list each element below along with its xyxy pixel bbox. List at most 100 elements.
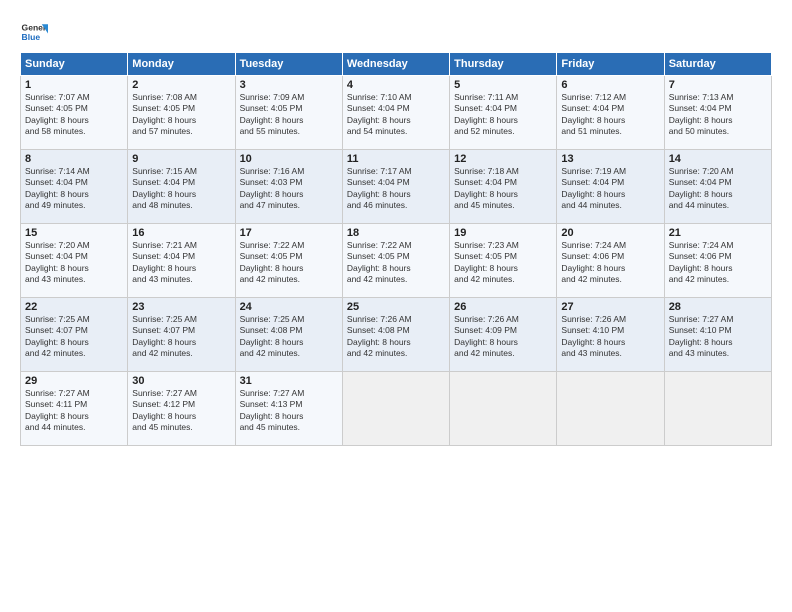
day-info: Sunrise: 7:25 AMSunset: 4:08 PMDaylight:… — [240, 314, 305, 358]
day-info: Sunrise: 7:27 AMSunset: 4:11 PMDaylight:… — [25, 388, 90, 432]
day-info: Sunrise: 7:14 AMSunset: 4:04 PMDaylight:… — [25, 166, 90, 210]
calendar-cell — [342, 372, 449, 446]
calendar-cell: 10 Sunrise: 7:16 AMSunset: 4:03 PMDaylig… — [235, 150, 342, 224]
day-info: Sunrise: 7:22 AMSunset: 4:05 PMDaylight:… — [240, 240, 305, 284]
day-info: Sunrise: 7:26 AMSunset: 4:09 PMDaylight:… — [454, 314, 519, 358]
calendar-cell: 9 Sunrise: 7:15 AMSunset: 4:04 PMDayligh… — [128, 150, 235, 224]
calendar-cell: 30 Sunrise: 7:27 AMSunset: 4:12 PMDaylig… — [128, 372, 235, 446]
day-number: 14 — [669, 153, 767, 165]
day-number: 10 — [240, 153, 338, 165]
day-number: 6 — [561, 79, 659, 91]
day-info: Sunrise: 7:27 AMSunset: 4:10 PMDaylight:… — [669, 314, 734, 358]
calendar-cell: 14 Sunrise: 7:20 AMSunset: 4:04 PMDaylig… — [664, 150, 771, 224]
day-number: 8 — [25, 153, 123, 165]
calendar-cell: 16 Sunrise: 7:21 AMSunset: 4:04 PMDaylig… — [128, 224, 235, 298]
col-header-monday: Monday — [128, 53, 235, 76]
calendar-cell: 25 Sunrise: 7:26 AMSunset: 4:08 PMDaylig… — [342, 298, 449, 372]
day-number: 5 — [454, 79, 552, 91]
day-info: Sunrise: 7:24 AMSunset: 4:06 PMDaylight:… — [561, 240, 626, 284]
calendar-cell: 26 Sunrise: 7:26 AMSunset: 4:09 PMDaylig… — [450, 298, 557, 372]
day-number: 22 — [25, 301, 123, 313]
calendar-cell: 3 Sunrise: 7:09 AMSunset: 4:05 PMDayligh… — [235, 76, 342, 150]
calendar-cell: 28 Sunrise: 7:27 AMSunset: 4:10 PMDaylig… — [664, 298, 771, 372]
day-number: 31 — [240, 375, 338, 387]
calendar-cell: 2 Sunrise: 7:08 AMSunset: 4:05 PMDayligh… — [128, 76, 235, 150]
day-number: 29 — [25, 375, 123, 387]
col-header-friday: Friday — [557, 53, 664, 76]
day-info: Sunrise: 7:07 AMSunset: 4:05 PMDaylight:… — [25, 92, 90, 136]
calendar-cell: 29 Sunrise: 7:27 AMSunset: 4:11 PMDaylig… — [21, 372, 128, 446]
day-number: 15 — [25, 227, 123, 239]
calendar-cell: 17 Sunrise: 7:22 AMSunset: 4:05 PMDaylig… — [235, 224, 342, 298]
day-info: Sunrise: 7:17 AMSunset: 4:04 PMDaylight:… — [347, 166, 412, 210]
day-info: Sunrise: 7:23 AMSunset: 4:05 PMDaylight:… — [454, 240, 519, 284]
calendar-cell: 5 Sunrise: 7:11 AMSunset: 4:04 PMDayligh… — [450, 76, 557, 150]
day-info: Sunrise: 7:08 AMSunset: 4:05 PMDaylight:… — [132, 92, 197, 136]
calendar-cell: 15 Sunrise: 7:20 AMSunset: 4:04 PMDaylig… — [21, 224, 128, 298]
day-number: 28 — [669, 301, 767, 313]
col-header-sunday: Sunday — [21, 53, 128, 76]
col-header-tuesday: Tuesday — [235, 53, 342, 76]
day-number: 26 — [454, 301, 552, 313]
calendar-cell: 21 Sunrise: 7:24 AMSunset: 4:06 PMDaylig… — [664, 224, 771, 298]
svg-text:Blue: Blue — [22, 32, 41, 42]
day-number: 3 — [240, 79, 338, 91]
calendar-cell: 11 Sunrise: 7:17 AMSunset: 4:04 PMDaylig… — [342, 150, 449, 224]
day-info: Sunrise: 7:26 AMSunset: 4:10 PMDaylight:… — [561, 314, 626, 358]
col-header-saturday: Saturday — [664, 53, 771, 76]
day-number: 24 — [240, 301, 338, 313]
day-number: 18 — [347, 227, 445, 239]
day-number: 19 — [454, 227, 552, 239]
calendar-cell: 22 Sunrise: 7:25 AMSunset: 4:07 PMDaylig… — [21, 298, 128, 372]
calendar-cell: 18 Sunrise: 7:22 AMSunset: 4:05 PMDaylig… — [342, 224, 449, 298]
week-row-1: 1 Sunrise: 7:07 AMSunset: 4:05 PMDayligh… — [21, 76, 772, 150]
day-info: Sunrise: 7:20 AMSunset: 4:04 PMDaylight:… — [25, 240, 90, 284]
day-info: Sunrise: 7:15 AMSunset: 4:04 PMDaylight:… — [132, 166, 197, 210]
calendar-table: SundayMondayTuesdayWednesdayThursdayFrid… — [20, 52, 772, 446]
day-number: 23 — [132, 301, 230, 313]
day-number: 17 — [240, 227, 338, 239]
col-header-thursday: Thursday — [450, 53, 557, 76]
week-row-2: 8 Sunrise: 7:14 AMSunset: 4:04 PMDayligh… — [21, 150, 772, 224]
day-info: Sunrise: 7:16 AMSunset: 4:03 PMDaylight:… — [240, 166, 305, 210]
logo-icon: General Blue — [20, 18, 48, 46]
week-row-4: 22 Sunrise: 7:25 AMSunset: 4:07 PMDaylig… — [21, 298, 772, 372]
day-number: 9 — [132, 153, 230, 165]
day-number: 30 — [132, 375, 230, 387]
calendar-cell: 19 Sunrise: 7:23 AMSunset: 4:05 PMDaylig… — [450, 224, 557, 298]
day-number: 25 — [347, 301, 445, 313]
day-info: Sunrise: 7:18 AMSunset: 4:04 PMDaylight:… — [454, 166, 519, 210]
day-info: Sunrise: 7:09 AMSunset: 4:05 PMDaylight:… — [240, 92, 305, 136]
day-info: Sunrise: 7:21 AMSunset: 4:04 PMDaylight:… — [132, 240, 197, 284]
day-number: 13 — [561, 153, 659, 165]
calendar-cell: 27 Sunrise: 7:26 AMSunset: 4:10 PMDaylig… — [557, 298, 664, 372]
day-info: Sunrise: 7:25 AMSunset: 4:07 PMDaylight:… — [25, 314, 90, 358]
calendar-cell: 24 Sunrise: 7:25 AMSunset: 4:08 PMDaylig… — [235, 298, 342, 372]
day-info: Sunrise: 7:22 AMSunset: 4:05 PMDaylight:… — [347, 240, 412, 284]
calendar-cell: 12 Sunrise: 7:18 AMSunset: 4:04 PMDaylig… — [450, 150, 557, 224]
calendar-cell: 1 Sunrise: 7:07 AMSunset: 4:05 PMDayligh… — [21, 76, 128, 150]
calendar-cell — [664, 372, 771, 446]
calendar-cell — [557, 372, 664, 446]
day-info: Sunrise: 7:26 AMSunset: 4:08 PMDaylight:… — [347, 314, 412, 358]
calendar-cell: 20 Sunrise: 7:24 AMSunset: 4:06 PMDaylig… — [557, 224, 664, 298]
day-number: 4 — [347, 79, 445, 91]
day-number: 7 — [669, 79, 767, 91]
header-row: SundayMondayTuesdayWednesdayThursdayFrid… — [21, 53, 772, 76]
calendar-cell: 8 Sunrise: 7:14 AMSunset: 4:04 PMDayligh… — [21, 150, 128, 224]
day-number: 1 — [25, 79, 123, 91]
day-info: Sunrise: 7:12 AMSunset: 4:04 PMDaylight:… — [561, 92, 626, 136]
day-info: Sunrise: 7:10 AMSunset: 4:04 PMDaylight:… — [347, 92, 412, 136]
page: General Blue SundayMondayTuesdayWednesda… — [0, 0, 792, 456]
day-number: 11 — [347, 153, 445, 165]
day-number: 21 — [669, 227, 767, 239]
day-info: Sunrise: 7:19 AMSunset: 4:04 PMDaylight:… — [561, 166, 626, 210]
day-number: 27 — [561, 301, 659, 313]
calendar-cell: 23 Sunrise: 7:25 AMSunset: 4:07 PMDaylig… — [128, 298, 235, 372]
logo: General Blue — [20, 18, 48, 46]
calendar-cell — [450, 372, 557, 446]
day-info: Sunrise: 7:24 AMSunset: 4:06 PMDaylight:… — [669, 240, 734, 284]
day-info: Sunrise: 7:20 AMSunset: 4:04 PMDaylight:… — [669, 166, 734, 210]
day-info: Sunrise: 7:25 AMSunset: 4:07 PMDaylight:… — [132, 314, 197, 358]
day-number: 16 — [132, 227, 230, 239]
